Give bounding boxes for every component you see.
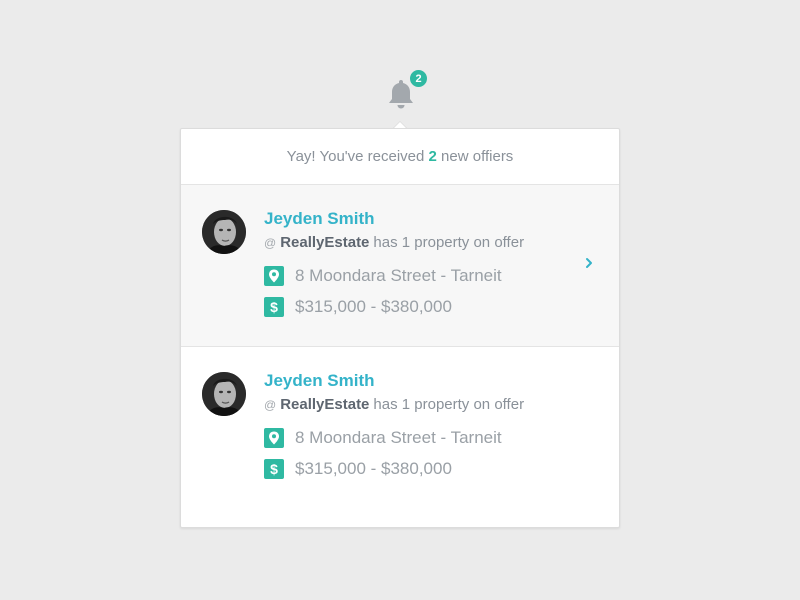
offer-price-range: $315,000 - $380,000	[295, 297, 452, 316]
header-prefix: Yay! You've received	[286, 148, 425, 165]
avatar	[202, 372, 246, 416]
avatar	[202, 210, 246, 254]
offer-item[interactable]: Jeyden Smith @ ReallyEstate has 1 property…	[181, 347, 619, 509]
at-symbol: @	[264, 236, 277, 250]
dollar-icon: $	[264, 459, 284, 479]
dollar-icon: $	[264, 297, 284, 317]
agency-name[interactable]: ReallyEstate	[280, 396, 369, 413]
offer-description: has 1 property on offer	[373, 396, 525, 413]
panel-header: Yay! You've received 2 new offiers	[181, 129, 619, 185]
offer-sender-name[interactable]: Jeyden Smith	[264, 209, 375, 229]
offer-address-row: 8 Moondara Street - Tarneit	[264, 428, 502, 448]
header-suffix: new offiers	[441, 148, 514, 165]
notification-count-badge: 2	[409, 69, 428, 88]
offer-subtitle: @ ReallyEstate has 1 property on offer	[264, 396, 524, 413]
notifications-panel: Yay! You've received 2 new offiers Jeyde…	[180, 128, 620, 528]
map-pin-icon	[264, 428, 284, 448]
offer-subtitle: @ ReallyEstate has 1 property on offer	[264, 234, 524, 251]
map-pin-icon	[264, 266, 284, 286]
offer-item[interactable]: Jeyden Smith @ ReallyEstate has 1 property…	[181, 185, 619, 347]
offer-price-row: $ $315,000 - $380,000	[264, 297, 452, 317]
offer-sender-name[interactable]: Jeyden Smith	[264, 371, 375, 391]
agency-name[interactable]: ReallyEstate	[280, 234, 369, 251]
notification-stage: 2 Yay! You've received 2 new offiers Jey…	[0, 0, 800, 600]
offer-address: 8 Moondara Street - Tarneit	[295, 266, 502, 285]
header-offer-count: 2	[428, 148, 437, 165]
offer-price-range: $315,000 - $380,000	[295, 459, 452, 478]
offer-price-row: $ $315,000 - $380,000	[264, 459, 452, 479]
offer-description: has 1 property on offer	[373, 234, 525, 251]
notification-bell-button[interactable]: 2	[385, 68, 435, 112]
offer-address-row: 8 Moondara Street - Tarneit	[264, 266, 502, 286]
chevron-right-icon[interactable]	[583, 255, 595, 271]
offer-address: 8 Moondara Street - Tarneit	[295, 428, 502, 447]
at-symbol: @	[264, 398, 277, 412]
